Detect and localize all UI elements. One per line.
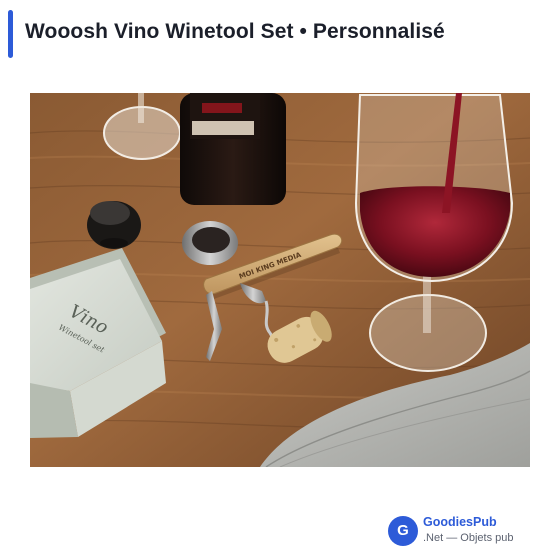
title-bar: Wooosh Vino Winetool Set • Personnalisé <box>8 10 548 58</box>
brand-badge[interactable]: G GoodiesPub .Net — Objets pub <box>388 514 548 550</box>
product-page: Wooosh Vino Winetool Set • Personnalisé <box>0 0 560 560</box>
brand-name: GoodiesPub <box>423 515 497 529</box>
product-photo: Vino Winetool set MOI KING MEDIA <box>30 93 530 467</box>
title-accent-bar <box>8 10 13 58</box>
brand-logo-icon: G <box>388 516 418 546</box>
page-title: Wooosh Vino Winetool Set • Personnalisé <box>25 20 445 43</box>
product-image[interactable]: Vino Winetool set MOI KING MEDIA <box>30 93 530 467</box>
brand-tagline: .Net — Objets pub <box>423 532 514 544</box>
